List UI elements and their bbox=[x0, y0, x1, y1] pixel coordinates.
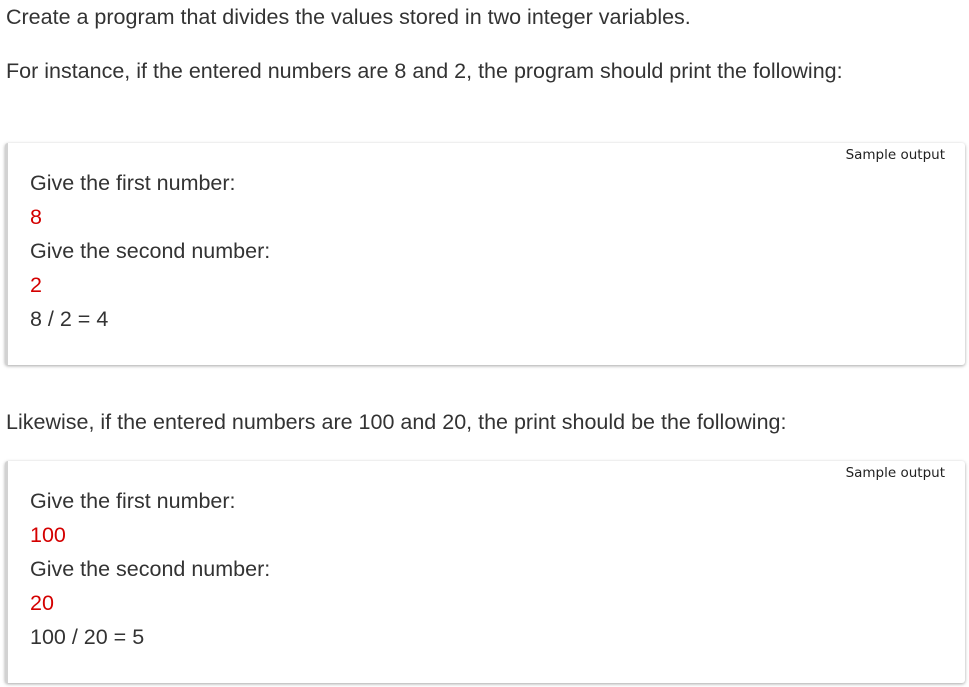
user-input-line: 8 bbox=[30, 205, 42, 229]
sample-output-lines: Give the first number: 8 Give the second… bbox=[30, 166, 270, 336]
user-input-line: 100 bbox=[30, 523, 66, 547]
user-input-line: 2 bbox=[30, 273, 42, 297]
example-1-description: For instance, if the entered numbers are… bbox=[6, 59, 843, 83]
sample-output-label: Sample output bbox=[845, 465, 945, 481]
sample-output-lines: Give the first number: 100 Give the seco… bbox=[30, 484, 270, 654]
output-result-line: 100 / 20 = 5 bbox=[30, 625, 145, 649]
sample-output-box-2: Sample output Give the first number: 100… bbox=[5, 461, 965, 683]
user-input-line: 20 bbox=[30, 591, 54, 615]
output-prompt-line: Give the first number: bbox=[30, 171, 236, 195]
example-2-description: Likewise, if the entered numbers are 100… bbox=[6, 410, 787, 434]
output-prompt-line: Give the first number: bbox=[30, 489, 236, 513]
output-prompt-line: Give the second number: bbox=[30, 239, 271, 263]
sample-output-label: Sample output bbox=[845, 147, 945, 163]
output-prompt-line: Give the second number: bbox=[30, 557, 271, 581]
exercise-description: Create a program that divides the values… bbox=[6, 5, 691, 29]
sample-output-box-1: Sample output Give the first number: 8 G… bbox=[5, 143, 965, 365]
output-result-line: 8 / 2 = 4 bbox=[30, 307, 109, 331]
